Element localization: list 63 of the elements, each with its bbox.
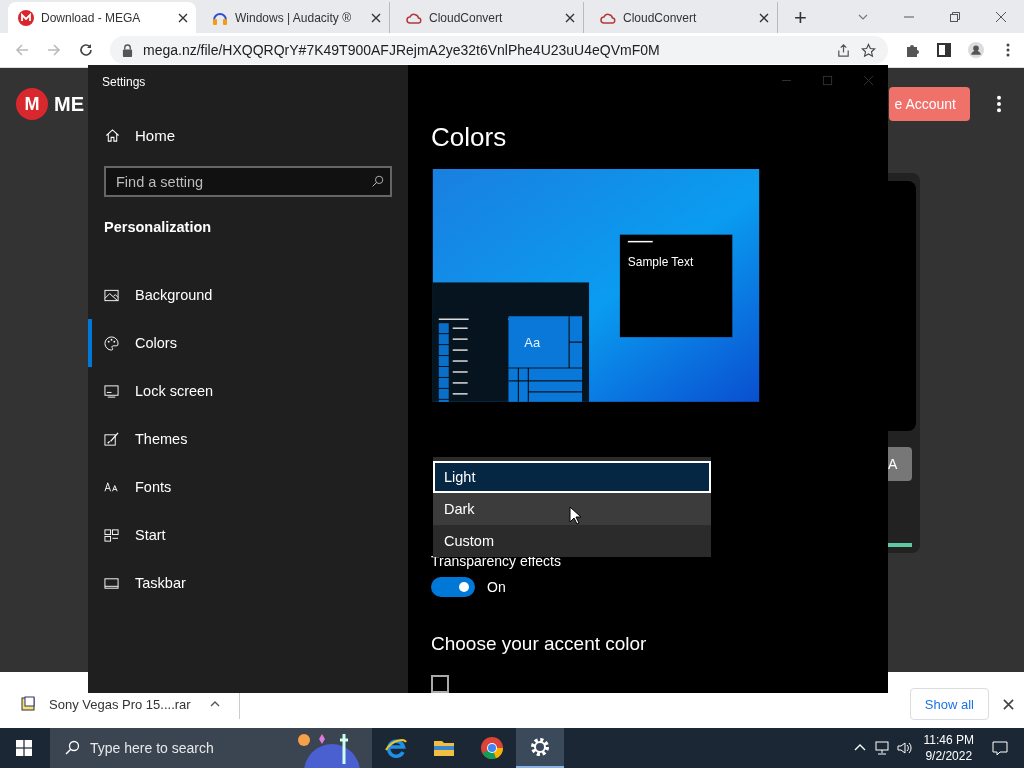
settings-nav-item[interactable]: Start — [88, 511, 392, 559]
taskbar-app-button[interactable] — [516, 728, 564, 768]
settings-nav-item[interactable]: Background — [88, 271, 392, 319]
search-icon — [371, 175, 384, 188]
archive-file-icon — [20, 696, 36, 712]
gear-icon — [528, 735, 552, 759]
checkbox[interactable] — [431, 675, 449, 693]
volume-icon[interactable] — [895, 740, 912, 756]
section-heading: Personalization — [104, 219, 212, 235]
clock-date[interactable]: 9/2/2022 — [925, 748, 973, 764]
close-icon[interactable] — [1003, 698, 1014, 710]
lock-icon — [122, 43, 133, 57]
share-icon[interactable] — [836, 42, 851, 58]
home-nav-item[interactable]: Home — [105, 127, 175, 144]
card-button[interactable]: A — [886, 447, 912, 481]
url-text: mega.nz/file/HXQQRQrY#7K49T900AFJRejmA2ye32t6VnlPhe4U23uU4eQVmF0M — [143, 42, 660, 58]
settings-nav-item[interactable]: Fonts — [88, 463, 392, 511]
notification-icon[interactable] — [992, 740, 1008, 756]
logo-text: ME — [54, 92, 84, 116]
star-icon[interactable] — [861, 42, 876, 58]
monitor-icon — [104, 383, 119, 399]
mega-logo-icon — [18, 9, 34, 26]
network-icon[interactable] — [873, 740, 890, 756]
mouse-cursor-icon — [569, 506, 581, 525]
tile-text: Aa — [524, 335, 541, 351]
profile-icon[interactable] — [968, 42, 984, 58]
page-heading: Colors — [431, 122, 507, 152]
dropdown-option[interactable]: Dark — [433, 493, 711, 525]
clock-time[interactable]: 11:46 PM — [923, 732, 974, 748]
mega-logo[interactable]: M — [16, 88, 48, 120]
puzzle-icon[interactable] — [904, 42, 920, 58]
chrome-icon — [480, 736, 504, 760]
more-options-icon[interactable] — [996, 95, 1002, 113]
sidebar-icon[interactable] — [936, 42, 952, 58]
settings-nav-item[interactable]: Taskbar — [88, 559, 392, 607]
dropdown-option[interactable]: Light — [433, 461, 711, 493]
toggle-switch[interactable] — [431, 577, 475, 598]
taskbar-search-field[interactable]: Type here to search — [50, 728, 292, 768]
settings-nav-item[interactable]: Colors — [88, 319, 392, 367]
reload-icon[interactable] — [78, 42, 94, 58]
picture-icon — [104, 287, 119, 303]
browser-tab[interactable]: Download - MEGA — [8, 2, 196, 33]
grid-icon — [104, 527, 119, 543]
section-heading: Choose your accent color — [431, 633, 647, 656]
close-icon[interactable] — [995, 11, 1007, 23]
brush-icon — [104, 431, 119, 447]
restore-icon[interactable] — [949, 11, 961, 23]
taskbar-icon — [104, 575, 119, 591]
toggle-state-text: On — [487, 579, 506, 596]
settings-nav-item[interactable]: Themes — [88, 415, 392, 463]
download-file-name[interactable]: Sony Vegas Pro 15....rar — [49, 696, 191, 712]
settings-search-field[interactable]: Find a setting — [104, 166, 392, 197]
windows-start-icon[interactable] — [16, 740, 32, 756]
palette-icon — [104, 335, 119, 351]
new-tab-button[interactable]: + — [784, 2, 817, 33]
address-bar[interactable]: mega.nz/file/HXQQRQrY#7K49T900AFJRejmA2ye32t6VnlPhe4U23uU4eQVmF0M — [110, 36, 888, 64]
sample-text: Sample Text — [627, 254, 694, 269]
settings-nav-item[interactable]: Lock screen — [88, 367, 392, 415]
home-icon — [105, 128, 120, 143]
search-icon — [64, 740, 80, 756]
browser-globe-icon — [384, 736, 408, 760]
window-title: Settings — [102, 75, 146, 89]
show-all-button[interactable]: Show all — [909, 688, 989, 720]
